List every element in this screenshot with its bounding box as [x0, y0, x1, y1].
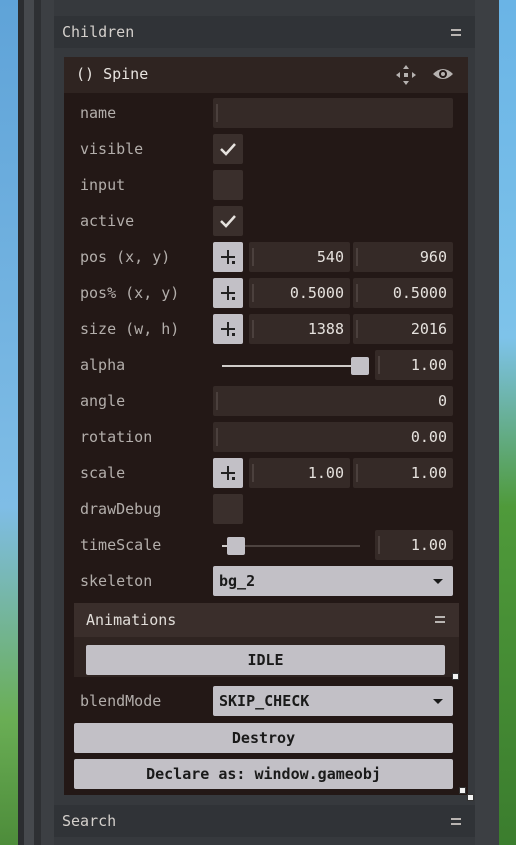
input-label: input — [80, 176, 126, 194]
size-drag-button[interactable] — [213, 314, 243, 344]
scrollbar-track[interactable] — [475, 0, 499, 845]
scale-drag-button[interactable] — [213, 458, 243, 488]
scale-label: scale — [80, 464, 126, 482]
alpha-slider[interactable] — [222, 365, 360, 367]
move-icon — [221, 322, 235, 336]
angle-label: angle — [80, 392, 126, 410]
eye-icon[interactable] — [432, 66, 454, 82]
move-icon — [221, 286, 235, 300]
animation-idle-button[interactable]: IDLE — [86, 645, 445, 675]
size-h-input[interactable]: 2016 — [353, 314, 453, 344]
blendmode-select[interactable]: SKIP_CHECK — [213, 686, 453, 716]
resize-handle-icon[interactable] — [452, 673, 459, 680]
collapse-icon[interactable] — [435, 616, 445, 623]
scale-x-input[interactable]: 1.00 — [249, 458, 350, 488]
pos-y-input[interactable]: 960 — [353, 242, 453, 272]
divider — [24, 0, 34, 845]
search-panel-header[interactable]: Search — [54, 805, 475, 837]
name-label: name — [80, 104, 117, 122]
move-icon — [221, 466, 235, 480]
skeleton-value: bg_2 — [219, 572, 256, 590]
pos-x-input[interactable]: 540 — [249, 242, 350, 272]
check-icon — [220, 215, 236, 228]
blendmode-value: SKIP_CHECK — [219, 692, 310, 710]
move-icon[interactable] — [395, 64, 417, 86]
alpha-slider-handle[interactable] — [351, 357, 369, 375]
search-title: Search — [62, 812, 117, 830]
alpha-input[interactable]: 1.00 — [375, 350, 453, 380]
resize-handle-icon[interactable] — [467, 794, 474, 801]
background-right — [499, 0, 516, 845]
destroy-button[interactable]: Destroy — [74, 723, 453, 753]
name-input[interactable] — [213, 98, 453, 128]
visible-label: visible — [80, 140, 144, 158]
resize-handle-icon[interactable] — [459, 787, 466, 794]
chevron-down-icon — [433, 579, 443, 584]
children-title: Children — [62, 23, 135, 41]
active-label: active — [80, 212, 135, 230]
children-panel-header[interactable]: Children — [54, 16, 475, 48]
scale-y-input[interactable]: 1.00 — [353, 458, 453, 488]
angle-input[interactable]: 0 — [213, 386, 453, 416]
blendmode-label: blendMode — [80, 692, 162, 710]
move-icon — [221, 250, 235, 264]
pos-percent-drag-button[interactable] — [213, 278, 243, 308]
skeleton-select[interactable]: bg_2 — [213, 566, 453, 596]
check-icon — [220, 143, 236, 156]
rotation-input[interactable]: 0.00 — [213, 422, 453, 452]
timescale-slider-handle[interactable] — [227, 537, 245, 555]
collapse-icon[interactable] — [451, 29, 461, 36]
timescale-label: timeScale — [80, 536, 162, 554]
timescale-input[interactable]: 1.00 — [375, 530, 453, 560]
divider — [41, 0, 54, 845]
pos-percent-y-input[interactable]: 0.5000 — [353, 278, 453, 308]
node-title: () Spine — [76, 65, 149, 83]
skeleton-label: skeleton — [80, 572, 153, 590]
alpha-label: alpha — [80, 356, 126, 374]
pos-drag-button[interactable] — [213, 242, 243, 272]
pos-label: pos (x, y) — [80, 248, 171, 266]
drawdebug-checkbox[interactable] — [213, 494, 243, 524]
active-checkbox[interactable] — [213, 206, 243, 236]
input-checkbox[interactable] — [213, 170, 243, 200]
collapse-icon[interactable] — [451, 818, 461, 825]
drawdebug-label: drawDebug — [80, 500, 162, 518]
size-label: size (w, h) — [80, 320, 180, 338]
background-left — [0, 0, 18, 845]
divider — [34, 0, 41, 845]
declare-global-button[interactable]: Declare as: window.gameobj — [74, 759, 453, 789]
chevron-down-icon — [433, 699, 443, 704]
rotation-label: rotation — [80, 428, 153, 446]
animations-title: Animations — [86, 611, 177, 629]
pos-percent-label: pos% (x, y) — [80, 284, 180, 302]
size-w-input[interactable]: 1388 — [249, 314, 350, 344]
visible-checkbox[interactable] — [213, 134, 243, 164]
pos-percent-x-input[interactable]: 0.5000 — [249, 278, 350, 308]
